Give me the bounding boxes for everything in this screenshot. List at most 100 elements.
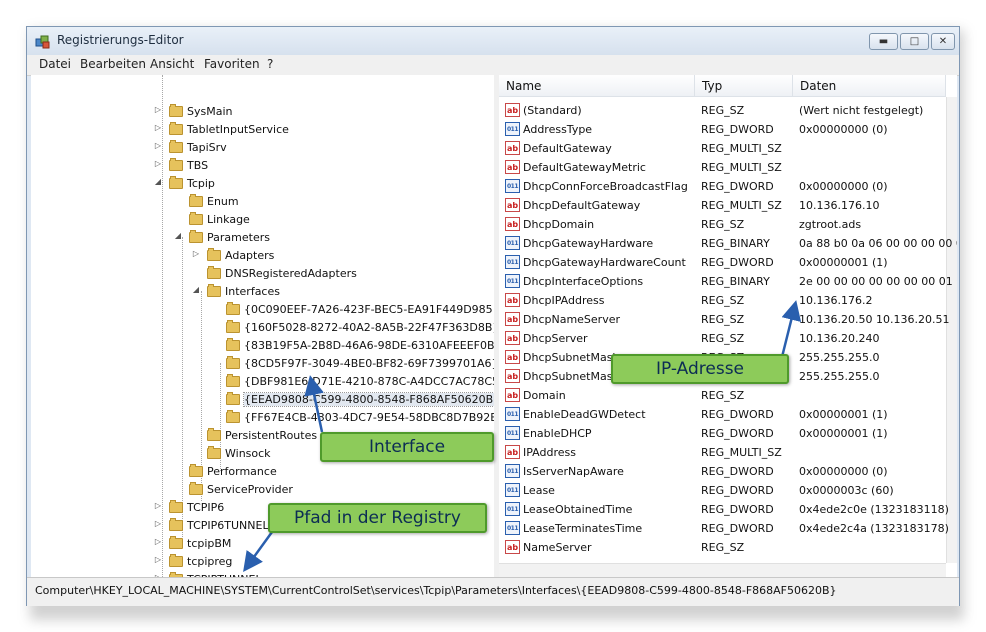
- collapse-arrow-icon[interactable]: ◢: [153, 177, 163, 186]
- value-row[interactable]: ab DhcpServer REG_SZ 10.136.20.240: [499, 329, 957, 348]
- value-row[interactable]: 011 EnableDHCP REG_DWORD 0x00000001 (1): [499, 424, 957, 443]
- value-row[interactable]: 011 LeaseObtainedTime REG_DWORD 0x4ede2c0e …: [499, 500, 957, 519]
- column-header-name[interactable]: Name: [499, 75, 695, 97]
- value-type: REG_SZ: [701, 313, 745, 326]
- collapse-arrow-icon[interactable]: ◢: [191, 285, 201, 294]
- value-row[interactable]: ab DefaultGatewayMetric REG_MULTI_SZ: [499, 158, 957, 177]
- value-row[interactable]: 011 AddressType REG_DWORD 0x00000000 (0): [499, 120, 957, 139]
- tree-node-label: tcpipBM: [187, 537, 232, 550]
- expand-arrow-icon[interactable]: ▷: [153, 141, 163, 150]
- column-header-data[interactable]: Daten: [793, 75, 946, 97]
- value-row[interactable]: 011 Lease REG_DWORD 0x0000003c (60): [499, 481, 957, 500]
- value-row[interactable]: ab DhcpDomain REG_SZ zgtroot.ads: [499, 215, 957, 234]
- value-name: DefaultGatewayMetric: [523, 161, 646, 174]
- menu-help[interactable]: ?: [267, 57, 273, 71]
- string-value-icon: ab: [505, 388, 520, 402]
- value-data: 0x00000000 (0): [799, 123, 888, 136]
- tree-node-label: Tcpip: [187, 177, 215, 190]
- menu-bearbeiten[interactable]: Bearbeiten: [80, 57, 146, 71]
- expand-arrow-icon[interactable]: ▷: [153, 537, 163, 546]
- value-row[interactable]: 011 IsServerNapAware REG_DWORD 0x00000000 (…: [499, 462, 957, 481]
- string-value-icon: ab: [505, 540, 520, 554]
- value-row[interactable]: 011 DhcpGatewayHardware REG_BINARY 0a 88 b0…: [499, 234, 957, 253]
- value-row[interactable]: ab Domain REG_SZ: [499, 386, 957, 405]
- value-row[interactable]: ab (Standard) REG_SZ (Wert nicht festgelegt…: [499, 101, 957, 120]
- value-name: DhcpIPAddress: [523, 294, 605, 307]
- value-name: DhcpGatewayHardware: [523, 237, 654, 250]
- value-row[interactable]: ab DhcpNameServer REG_SZ 10.136.20.50 10.13…: [499, 310, 957, 329]
- value-type: REG_DWORD: [701, 123, 774, 136]
- tree-node-label: {0C090EEF-7A26-423F-BEC5-EA91F449D985}: [244, 303, 495, 316]
- value-type: REG_BINARY: [701, 275, 770, 288]
- tree-node-label: ServiceProvider: [207, 483, 293, 496]
- string-value-icon: ab: [505, 331, 520, 345]
- folder-icon: [207, 266, 221, 279]
- value-row[interactable]: ab DefaultGateway REG_MULTI_SZ: [499, 139, 957, 158]
- expand-arrow-icon[interactable]: ▷: [153, 159, 163, 168]
- binary-value-icon: 011: [505, 274, 520, 288]
- regedit-icon: [35, 35, 50, 49]
- tree-node-label: TCPIP6: [187, 501, 225, 514]
- tree-node-label: Enum: [207, 195, 239, 208]
- values-horizontal-scrollbar[interactable]: [499, 563, 946, 577]
- folder-icon: [226, 302, 240, 315]
- expand-arrow-icon[interactable]: ▷: [153, 501, 163, 510]
- value-row[interactable]: ab DhcpDefaultGateway REG_MULTI_SZ 10.136.1…: [499, 196, 957, 215]
- value-data: 10.136.176.2: [799, 294, 873, 307]
- value-row[interactable]: 011 DhcpGatewayHardwareCount REG_DWORD 0x00…: [499, 253, 957, 272]
- maximize-button[interactable]: □: [900, 33, 929, 50]
- value-name: DhcpConnForceBroadcastFlag: [523, 180, 688, 193]
- value-row[interactable]: 011 LeaseTerminatesTime REG_DWORD 0x4ede2c4…: [499, 519, 957, 538]
- folder-icon: [226, 392, 240, 405]
- binary-value-icon: 011: [505, 502, 520, 516]
- value-type: REG_DWORD: [701, 484, 774, 497]
- value-row[interactable]: ab DhcpIPAddress REG_SZ 10.136.176.2: [499, 291, 957, 310]
- value-row[interactable]: 011 EnableDeadGWDetect REG_DWORD 0x00000001…: [499, 405, 957, 424]
- value-row[interactable]: 011 DhcpInterfaceOptions REG_BINARY 2e 00 0…: [499, 272, 957, 291]
- menu-favoriten[interactable]: Favoriten: [204, 57, 260, 71]
- value-name: EnableDHCP: [523, 427, 592, 440]
- value-name: LeaseObtainedTime: [523, 503, 633, 516]
- values-pane[interactable]: Name Typ Daten ab (Standard) REG_SZ (Wert n…: [499, 75, 957, 577]
- tree-node-label: {DBF981E6-D71E-4210-878C-A4DCC7AC78C5}: [244, 375, 495, 388]
- folder-icon: [226, 338, 240, 351]
- expand-arrow-icon[interactable]: ▷: [153, 519, 163, 528]
- minimize-icon: ▬: [878, 36, 889, 47]
- tree-node-label: {160F5028-8272-40A2-8A5B-22F47F363D8B}: [244, 321, 495, 334]
- value-data: 0x4ede2c4a (1323183178): [799, 522, 949, 535]
- close-icon: ✕: [938, 36, 948, 47]
- value-name: LeaseTerminatesTime: [523, 522, 643, 535]
- value-row[interactable]: ab NameServer REG_SZ: [499, 538, 957, 557]
- key-tree-pane[interactable]: ▷ SysMain ▷ TabletInputService ▷ TapiSrv ▷ TBS ◢…: [31, 75, 495, 577]
- value-row[interactable]: ab IPAddress REG_MULTI_SZ: [499, 443, 957, 462]
- tree-node-label: {EEAD9808-C599-4800-8548-F868AF50620B}: [242, 392, 494, 407]
- value-type: REG_SZ: [701, 389, 745, 402]
- value-type: REG_DWORD: [701, 465, 774, 478]
- menu-bar: Datei Bearbeiten Ansicht Favoriten ?: [27, 55, 959, 76]
- folder-icon: [189, 212, 203, 225]
- value-name: IsServerNapAware: [523, 465, 624, 478]
- value-type: REG_DWORD: [701, 503, 774, 516]
- expand-arrow-icon[interactable]: ▷: [191, 249, 201, 258]
- value-row[interactable]: 011 DhcpConnForceBroadcastFlag REG_DWORD 0x…: [499, 177, 957, 196]
- menu-datei[interactable]: Datei: [39, 57, 71, 71]
- title-bar[interactable]: Registrierungs-Editor ▬ □ ✕: [27, 27, 959, 55]
- expand-arrow-icon[interactable]: ▷: [153, 123, 163, 132]
- folder-icon: [169, 122, 183, 135]
- value-name: DhcpGatewayHardwareCount: [523, 256, 686, 269]
- folder-icon: [189, 230, 203, 243]
- tree-node-label: TCPIP6TUNNEL: [187, 519, 269, 532]
- tree-connector-line: [182, 237, 183, 537]
- menu-ansicht[interactable]: Ansicht: [150, 57, 194, 71]
- minimize-button[interactable]: ▬: [869, 33, 898, 50]
- expand-arrow-icon[interactable]: ▷: [153, 555, 163, 564]
- value-type: REG_DWORD: [701, 256, 774, 269]
- value-data: 0x4ede2c0e (1323183118): [799, 503, 949, 516]
- collapse-arrow-icon[interactable]: ◢: [173, 231, 183, 240]
- tree-node-label: Winsock: [225, 447, 271, 460]
- close-button[interactable]: ✕: [931, 33, 955, 50]
- value-name: DhcpDefaultGateway: [523, 199, 641, 212]
- column-header-type[interactable]: Typ: [695, 75, 793, 97]
- tree-node-label: TBS: [187, 159, 209, 172]
- expand-arrow-icon[interactable]: ▷: [153, 105, 163, 114]
